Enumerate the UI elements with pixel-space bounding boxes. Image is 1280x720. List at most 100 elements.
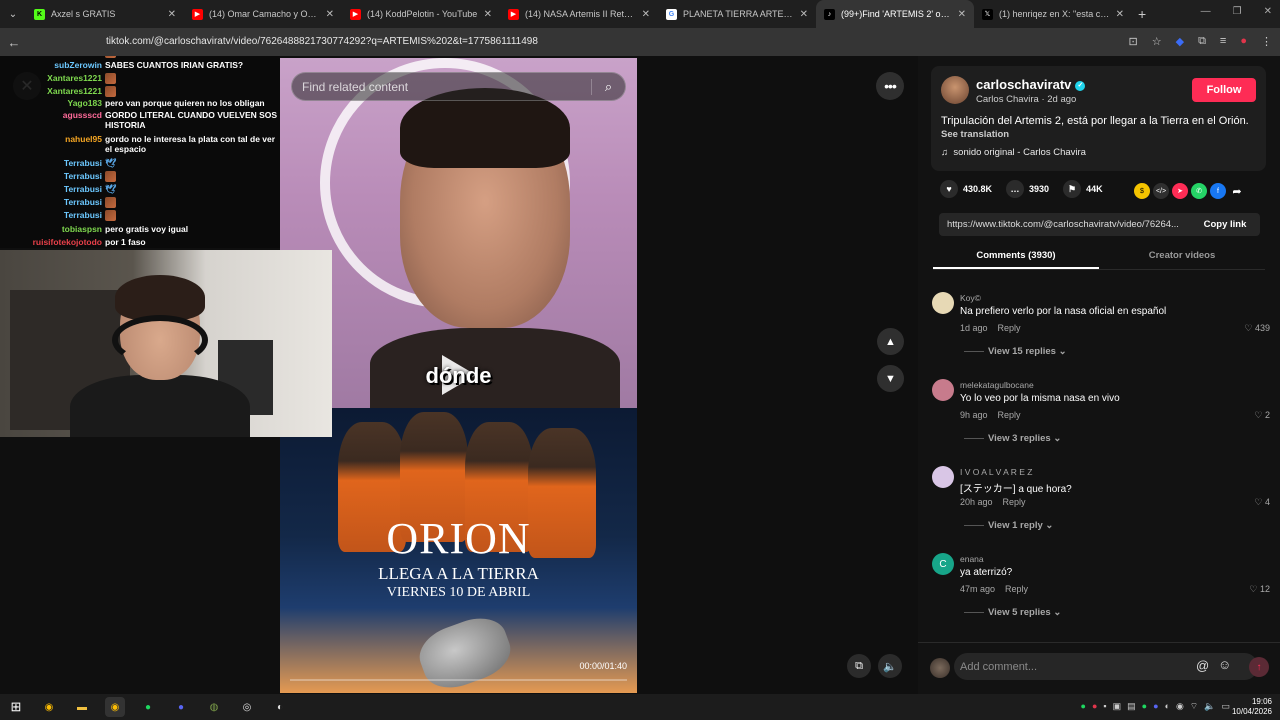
next-video-icon[interactable]: ▼ (877, 365, 904, 392)
browser-menu-icon[interactable]: ⋮ (1261, 35, 1272, 48)
chat-username[interactable]: nahuel95 (0, 134, 105, 154)
commenter-username[interactable]: melekatagulbocane (960, 380, 1034, 390)
browser-tab[interactable]: 𝕏 (1) henriqez en X: "esta chica n... ✕ (974, 0, 1132, 28)
commenter-avatar[interactable] (932, 292, 954, 314)
chat-username[interactable]: Terrabusi (0, 197, 105, 208)
reply-button[interactable]: Reply (998, 410, 1021, 420)
share-arrow-icon[interactable]: ➦ (1229, 183, 1245, 199)
commenter-username[interactable]: I V O A L V A R E Z (960, 467, 1032, 477)
chat-username[interactable]: Terrabusi (0, 210, 105, 221)
browser-tab[interactable]: ▶ (14) Omar Camacho y Oscar M... ✕ (184, 0, 342, 28)
reply-button[interactable]: Reply (998, 323, 1021, 333)
browser-tab[interactable]: G PLANETA TIERRA ARTEMIS 2 - ... ✕ (658, 0, 816, 28)
tab-creator-videos[interactable]: Creator videos (1099, 244, 1265, 269)
embed-icon[interactable]: </> (1153, 183, 1169, 199)
media-controls-icon[interactable]: ≡ (1220, 35, 1226, 48)
more-options-icon[interactable]: ••• (876, 72, 904, 100)
mention-icon[interactable]: @ (1196, 658, 1209, 673)
emoji-icon[interactable]: ☺ (1218, 657, 1231, 672)
comment-like-button[interactable]: ♡ 2 (1254, 410, 1270, 421)
chat-username[interactable]: Xantares1221 (0, 86, 105, 97)
send-arrow-icon[interactable]: ↑ (1249, 657, 1269, 677)
mini-player-icon[interactable]: ⧉ (847, 654, 871, 678)
chat-username[interactable]: Terrabusi (0, 171, 105, 182)
close-tab-icon[interactable]: ✕ (800, 9, 808, 20)
extension-shield-icon[interactable]: ◆ (1176, 35, 1184, 48)
profile-avatar-icon[interactable]: ● (1240, 35, 1247, 48)
comment-like-button[interactable]: ♡ 439 (1244, 323, 1270, 334)
comment-button[interactable]: … 3930 (1006, 180, 1049, 198)
view-replies-button[interactable]: View 5 replies ⌄ (964, 607, 1061, 618)
comment-like-button[interactable]: ♡ 4 (1254, 497, 1270, 508)
browser-tab[interactable]: ▶ (14) KoddPelotin - YouTube ✕ (342, 0, 500, 28)
browser-tab[interactable]: ▶ (14) NASA Artemis II Return To... ✕ (500, 0, 658, 28)
tray-icon[interactable]: ◉ (1176, 701, 1184, 712)
view-replies-button[interactable]: View 15 replies ⌄ (964, 346, 1067, 357)
tab-comments[interactable]: Comments (3930) (933, 244, 1099, 269)
video-player[interactable]: dónde ORION LLEGA A LA TIERRA VIERNES 10… (280, 58, 637, 693)
view-replies-button[interactable]: View 1 reply ⌄ (964, 520, 1053, 531)
tray-icon[interactable]: ● (1153, 701, 1158, 712)
commenter-username[interactable]: enana (960, 554, 984, 564)
windows-start-icon[interactable]: ⊞ (6, 697, 26, 717)
author-avatar[interactable] (941, 76, 969, 104)
tray-icon[interactable]: ◐ (1165, 701, 1170, 712)
facebook-icon[interactable]: f (1210, 183, 1226, 199)
close-tab-icon[interactable]: ✕ (1116, 9, 1124, 20)
browser-tab-active[interactable]: ♪ (99+)Find 'ARTEMIS 2' on TikTo... ✕ (816, 0, 974, 28)
tray-icon[interactable]: ▪ (1103, 701, 1106, 712)
see-translation-link[interactable]: See translation (941, 129, 1009, 140)
save-button[interactable]: ⚑ 44K (1063, 180, 1103, 198)
chat-username[interactable]: subZerowin (0, 60, 105, 70)
tray-icon[interactable]: ▣ (1113, 701, 1122, 712)
battery-icon[interactable]: ▭ (1221, 701, 1230, 712)
chat-username[interactable]: Xantares1221 (0, 73, 105, 84)
minimize-icon[interactable]: — (1201, 6, 1211, 17)
send-to-friends-icon[interactable]: ➤ (1172, 183, 1188, 199)
chrome-icon[interactable]: ◉ (39, 697, 59, 717)
author-username[interactable]: carloschaviratv ✓ (976, 77, 1086, 92)
url-field[interactable]: tiktok.com/@carloschaviratv/video/762648… (106, 36, 538, 47)
obs-icon[interactable]: ◎ (237, 697, 257, 717)
volume-tray-icon[interactable]: 🔈 (1204, 701, 1215, 712)
video-progress-bar[interactable] (290, 679, 627, 681)
maximize-icon[interactable]: ❐ (1233, 6, 1242, 17)
close-tab-icon[interactable]: ✕ (168, 9, 176, 20)
related-search-input[interactable] (292, 79, 591, 94)
spotify-icon[interactable]: ● (138, 697, 158, 717)
tray-icon[interactable]: ● (1081, 701, 1086, 712)
follow-button[interactable]: Follow (1192, 78, 1256, 102)
app-icon[interactable]: ◐ (270, 697, 290, 717)
chat-username[interactable]: AleHaniel773 (0, 56, 105, 58)
close-tab-icon[interactable]: ✕ (326, 9, 334, 20)
tab-search-button[interactable]: ⌄ (0, 0, 26, 28)
tray-icon[interactable]: ▤ (1127, 701, 1136, 712)
chat-username[interactable]: Yago183 (0, 98, 105, 108)
chat-username[interactable]: ruisifotekojotodo (0, 237, 105, 247)
new-tab-icon[interactable]: + (1138, 6, 1146, 22)
chat-username[interactable]: Terrabusi (0, 158, 105, 168)
tray-icon[interactable]: ● (1092, 701, 1097, 712)
comment-like-button[interactable]: ♡ 12 (1249, 584, 1270, 595)
volume-icon[interactable]: 🔈 (878, 654, 902, 678)
bookmark-star-icon[interactable]: ☆ (1152, 35, 1162, 48)
commenter-avatar[interactable] (932, 466, 954, 488)
search-icon[interactable]: ⌕ (591, 78, 625, 95)
close-tab-icon[interactable]: ✕ (642, 9, 650, 20)
sound-link[interactable]: ♫ sonido original - Carlos Chavira (941, 147, 1086, 158)
reply-button[interactable]: Reply (1003, 497, 1026, 507)
commenter-avatar[interactable]: C (932, 553, 954, 575)
chrome-active-icon[interactable]: ◉ (105, 697, 125, 717)
system-clock[interactable]: 19:06 10/04/2026 (1232, 697, 1272, 717)
extensions-puzzle-icon[interactable]: ⧉ (1198, 35, 1206, 48)
app-icon[interactable]: ◍ (204, 697, 224, 717)
close-window-icon[interactable]: ✕ (1264, 6, 1272, 17)
reply-button[interactable]: Reply (1005, 584, 1028, 594)
comment-input[interactable] (954, 653, 1258, 680)
close-tab-icon[interactable]: ✕ (484, 9, 492, 20)
discord-icon[interactable]: ● (171, 697, 191, 717)
like-button[interactable]: ♥ 430.8K (940, 180, 992, 198)
chat-username[interactable]: Terrabusi (0, 184, 105, 194)
tray-icon[interactable]: ● (1142, 701, 1147, 712)
previous-video-icon[interactable]: ▲ (877, 328, 904, 355)
